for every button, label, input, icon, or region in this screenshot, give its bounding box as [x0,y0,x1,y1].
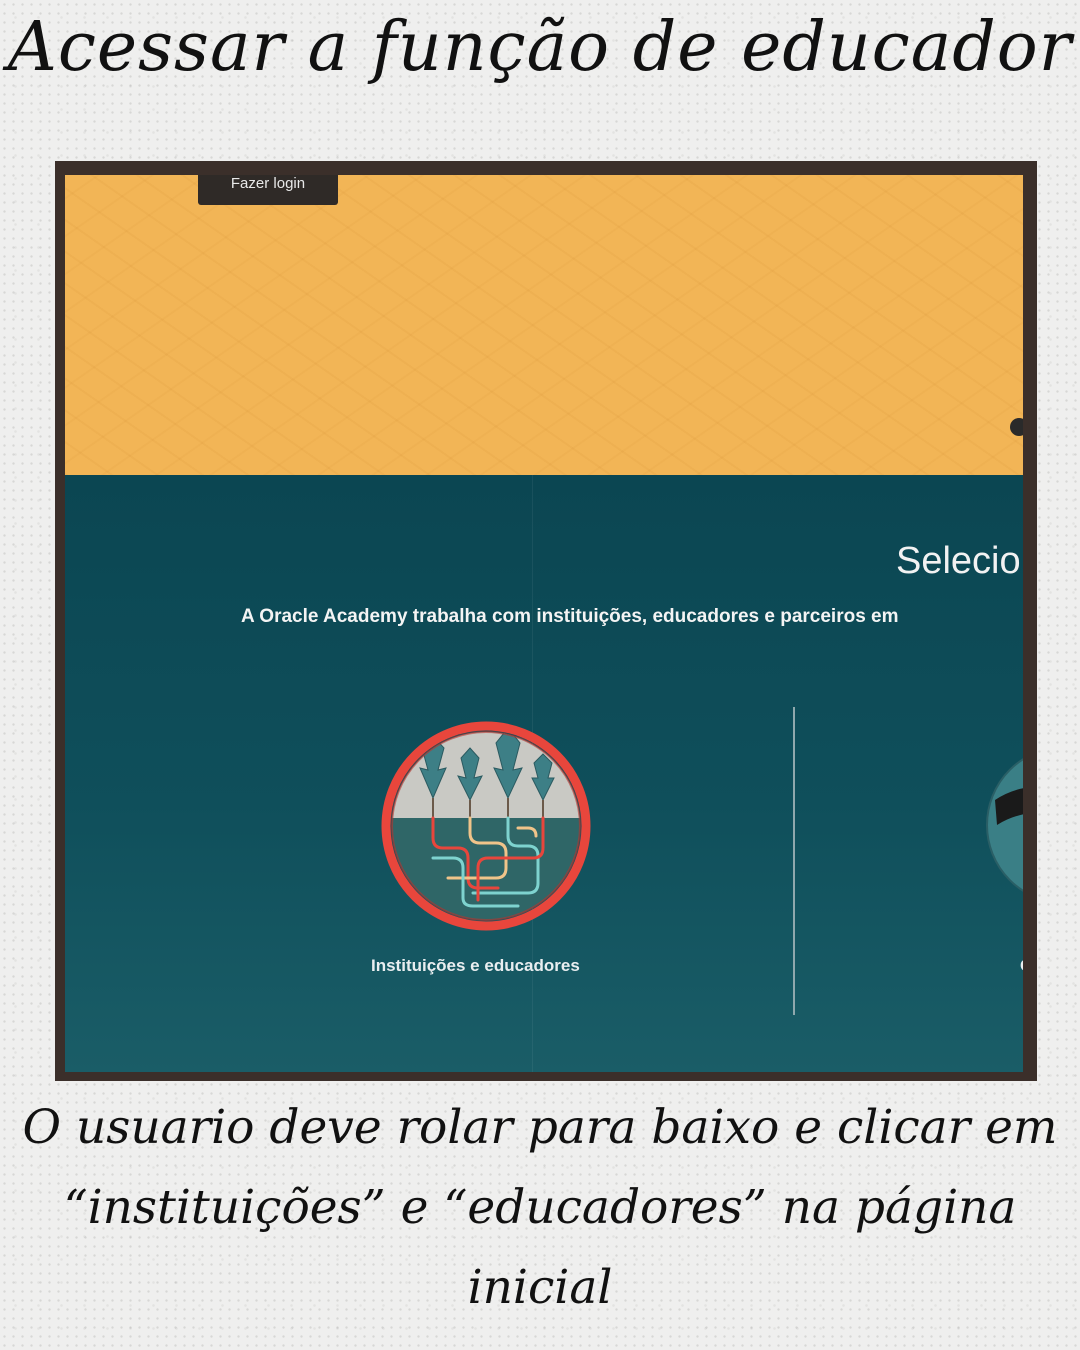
instruction-caption: O usuario deve rolar para baixo e clicar… [22,1100,1058,1315]
card-divider [793,707,795,1015]
intro-text: A Oracle Academy trabalha com instituiçõ… [241,606,899,627]
second-card-icon[interactable] [985,745,1023,905]
top-banner: Fazer login [65,175,1023,475]
section-title: Selecior [896,540,1023,582]
screenshot-frame: Fazer login Selecior A Oracle Academy tr… [55,161,1037,1081]
content-section: Selecior A Oracle Academy trabalha com i… [65,475,1023,1072]
login-button[interactable]: Fazer login [198,175,338,205]
card-label-second[interactable]: C [1020,956,1023,976]
website-screenshot: Fazer login Selecior A Oracle Academy tr… [65,175,1023,1072]
carousel-dot[interactable] [1010,418,1023,436]
card-label-institutions-educators[interactable]: Instituições e educadores [371,956,580,976]
institutions-educators-icon[interactable] [378,718,594,934]
page-heading: Acessar a função de educador [7,8,1073,87]
